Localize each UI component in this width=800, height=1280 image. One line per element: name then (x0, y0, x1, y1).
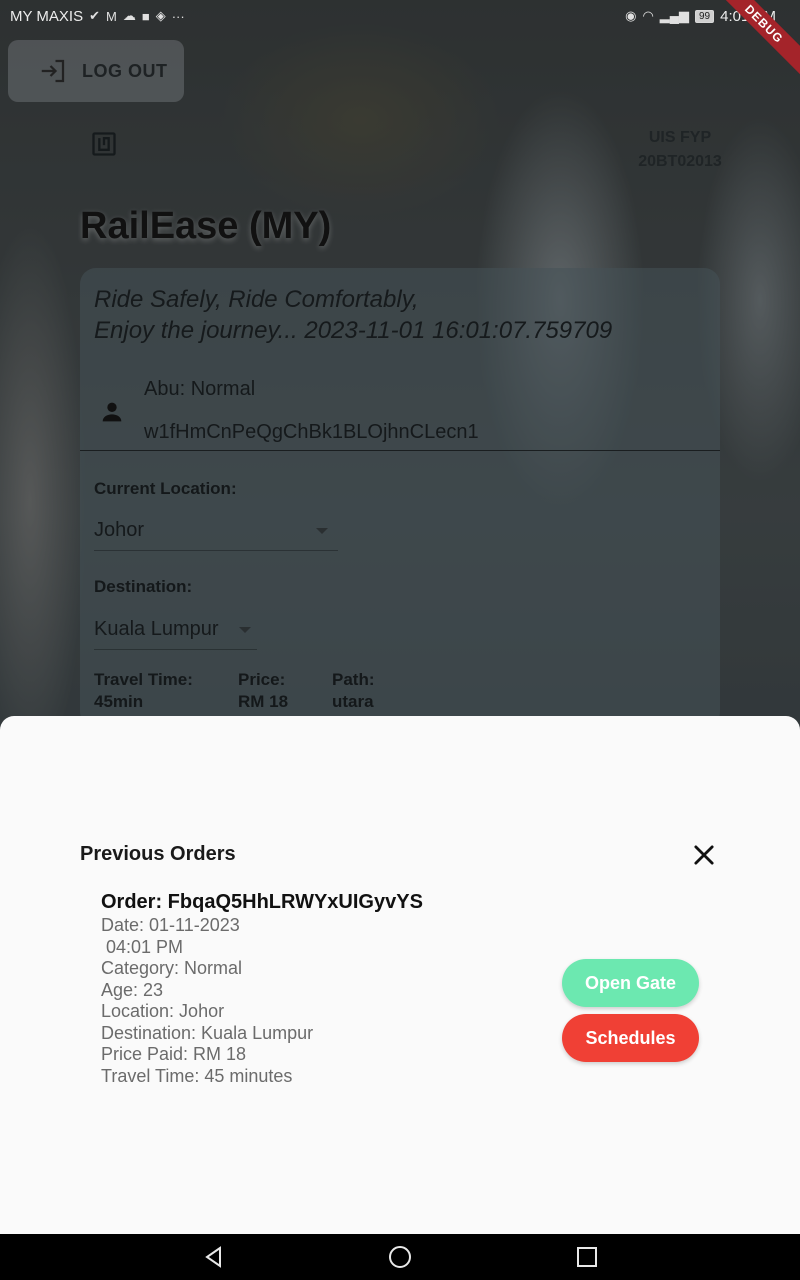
app-title: RailEase (MY) (80, 205, 332, 247)
slogan-text: Ride Safely, Ride Comfortably, Enjoy the… (94, 286, 613, 344)
logout-button[interactable]: LOG OUT (8, 40, 184, 102)
shopping-bag-icon: ■ (141, 8, 150, 24)
eye-icon: ◉ (625, 8, 637, 23)
battery-icon: 99 (695, 9, 715, 23)
destination-dropdown[interactable]: Kuala Lumpur (94, 610, 257, 650)
wifi-icon: ◠ (642, 8, 654, 23)
recents-icon[interactable] (575, 1245, 599, 1269)
shield-icon: ◈ (155, 8, 166, 23)
travel-time-info: Travel Time: 45min (94, 670, 193, 711)
destination-label: Destination: (94, 577, 193, 596)
schedules-button[interactable]: Schedules (562, 1014, 699, 1062)
order-date: Date: 01-11-2023 (101, 915, 240, 935)
sheet-title: Previous Orders (80, 843, 236, 865)
status-bar: MY MAXIS ✔ M ☁ ■ ◈ ··· ◉ ◠ ▂▄▆ 99 4:01 P… (0, 0, 800, 32)
user-id: w1fHmCnPeQgChBk1BLOjhnCLecn1 (144, 421, 479, 443)
back-icon[interactable] (202, 1245, 226, 1269)
fyp-label: UIS FYP 20BT02013 (638, 129, 722, 170)
current-location-label: Current Location: (94, 479, 237, 498)
more-notifications-icon: ··· (171, 8, 185, 24)
navigation-bar (0, 1234, 800, 1280)
current-location-dropdown[interactable]: Johor (94, 511, 338, 551)
gmail-icon: M (105, 8, 117, 24)
order-travel-time: Travel Time: 45 minutes (101, 1065, 293, 1086)
open-gate-button[interactable]: Open Gate (562, 959, 699, 1007)
logout-label: LOG OUT (82, 60, 168, 81)
order-age: Age: 23 (101, 979, 164, 1000)
order-details: Date: 01-11-2023 04:01 PM Category: Norm… (101, 915, 313, 1087)
order-location: Location: Johor (101, 1001, 225, 1021)
home-icon[interactable] (388, 1245, 412, 1269)
order-category: Category: Normal (101, 958, 243, 978)
order-destination: Destination: Kuala Lumpur (101, 1022, 314, 1043)
order-price-paid: Price Paid: RM 18 (101, 1044, 247, 1064)
current-location-value: Johor (94, 519, 145, 541)
path-info: Path: utara (332, 670, 375, 711)
signal-icon: ▂▄▆ (659, 8, 689, 23)
dropdown-arrow-icon (316, 527, 328, 534)
dropdown-arrow-icon (239, 626, 251, 633)
person-icon (102, 402, 122, 422)
carrier-label: MY MAXIS (10, 7, 84, 25)
check-icon: ✔ (89, 8, 100, 23)
order-time: 04:01 PM (101, 936, 184, 957)
order-title: Order: FbqaQ5HhLRWYxUIGyvYS (101, 891, 423, 913)
user-name: Abu: Normal (144, 378, 256, 400)
nfc-icon[interactable] (90, 130, 118, 158)
price-info: Price: RM 18 (238, 670, 289, 711)
destination-value: Kuala Lumpur (94, 618, 219, 640)
close-icon[interactable] (690, 841, 718, 869)
cloud-icon: ☁ (122, 8, 136, 23)
logout-icon (41, 59, 65, 83)
